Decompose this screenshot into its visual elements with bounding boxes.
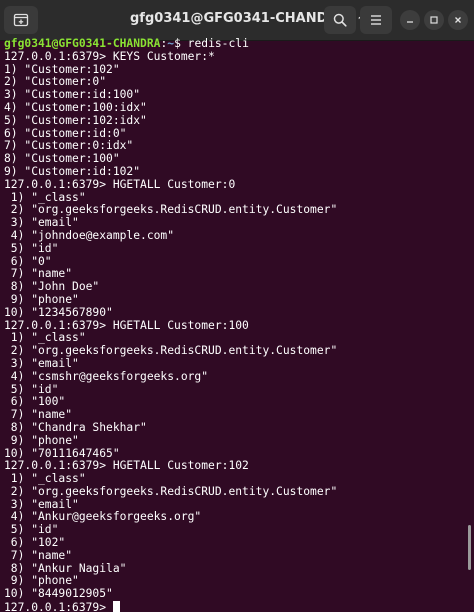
terminal-line: 5) "id" — [4, 241, 59, 255]
prompt-user-host: gfg0341@GFG0341-CHANDRA — [4, 38, 161, 50]
terminal-line: 7) "name" — [4, 408, 73, 422]
search-button[interactable] — [324, 6, 356, 34]
output-lines: 127.0.0.1:6379> KEYS Customer:* 1) "Custo… — [4, 49, 466, 601]
terminal-line: 6) "102" — [4, 536, 66, 550]
terminal-line: 9) "phone" — [4, 433, 79, 447]
final-prompt: 127.0.0.1:6379> — [4, 601, 113, 612]
new-tab-icon — [13, 13, 29, 27]
terminal-line: 4) "Ankur@geeksforgeeks.org" — [4, 510, 202, 524]
terminal-line: 9) "Customer:id:102" — [4, 164, 141, 178]
new-tab-button[interactable] — [4, 6, 38, 34]
text-cursor — [112, 601, 120, 612]
terminal-window: gfg0341@GFG0341-CHANDRA: ~ gfg0341@GFG03… — [0, 0, 474, 612]
terminal-line: 2) "org.geeksforgeeks.RedisCRUD.entity.C… — [4, 344, 338, 358]
terminal-line: 8) "Chandra Shekhar" — [4, 420, 147, 434]
terminal-line: 2) "org.geeksforgeeks.RedisCRUD.entity.C… — [4, 484, 338, 498]
close-button[interactable] — [448, 10, 468, 30]
shell-prompt-line: gfg0341@GFG0341-CHANDRA:~$ redis-cli — [4, 38, 466, 51]
minimize-button[interactable] — [400, 10, 420, 30]
terminal-line: 6) "0" — [4, 254, 52, 268]
terminal-line: 7) "name" — [4, 548, 73, 562]
terminal-line: 9) "phone" — [4, 292, 79, 306]
scrollbar[interactable] — [468, 525, 471, 570]
titlebar: gfg0341@GFG0341-CHANDRA: ~ — [0, 0, 474, 41]
terminal-line: 4) "johndoe@example.com" — [4, 228, 175, 242]
terminal-line: 1) "_class" — [4, 472, 86, 486]
prompt-symbol: $ — [174, 38, 188, 50]
minimize-icon — [407, 21, 413, 23]
terminal-line: 6) "100" — [4, 395, 66, 409]
maximize-icon — [430, 16, 438, 24]
terminal-line: 5) "Customer:102:idx" — [4, 113, 147, 127]
terminal-output[interactable]: gfg0341@GFG0341-CHANDRA:~$ redis-cli 127… — [4, 38, 466, 612]
menu-button[interactable] — [360, 6, 392, 34]
terminal-line: 5) "id" — [4, 523, 59, 537]
prompt-command: redis-cli — [187, 38, 249, 50]
maximize-button[interactable] — [424, 10, 444, 30]
terminal-line: 10) "1234567890" — [4, 305, 113, 319]
search-icon — [333, 13, 347, 27]
terminal-line: 127.0.0.1:6379> HGETALL Customer:0 — [4, 177, 236, 191]
terminal-line: 10) "8449012905" — [4, 587, 113, 601]
terminal-line: 4) "csmshr@geeksforgeeks.org" — [4, 369, 209, 383]
final-prompt-line: 127.0.0.1:6379> — [4, 601, 466, 612]
terminal-line: 3) "email" — [4, 356, 79, 370]
window-title: gfg0341@GFG0341-CHANDRA: ~ — [130, 11, 369, 26]
terminal-line: 5) "id" — [4, 382, 59, 396]
hamburger-menu-icon — [371, 15, 381, 25]
close-icon — [455, 17, 461, 23]
terminal-line: 127.0.0.1:6379> KEYS Customer:* — [4, 49, 215, 63]
terminal-line: 4) "Customer:100:idx" — [4, 100, 147, 114]
